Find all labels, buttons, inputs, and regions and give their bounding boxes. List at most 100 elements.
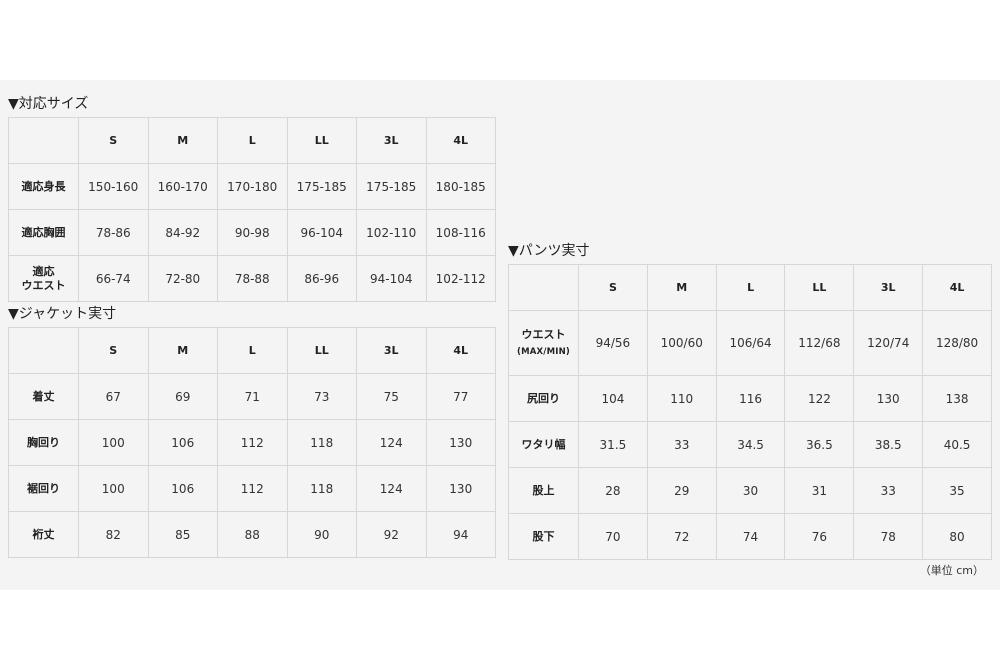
header-cell: LL — [286, 117, 357, 164]
header-cell: L — [217, 327, 288, 374]
row-label: ワタリ幅 — [508, 421, 579, 468]
table-cell: 170-180 — [217, 163, 288, 210]
table-cell: 116 — [715, 375, 786, 422]
table-cell: 112 — [217, 419, 288, 466]
table-cell: 128/80 — [922, 310, 992, 376]
table-row: ワタリ幅 31.5 33 34.5 36.5 38.5 40.5 — [508, 421, 992, 468]
table-row: 裄丈 82 85 88 90 92 94 — [8, 511, 496, 558]
table-cell: 75 — [356, 373, 427, 420]
table-cell: 74 — [715, 513, 786, 560]
table-cell: 72-80 — [147, 255, 218, 302]
table-cell: 130 — [425, 419, 496, 466]
table-cell: 78 — [853, 513, 924, 560]
table-cell: 88 — [217, 511, 288, 558]
header-cell — [8, 327, 79, 374]
jacket-table-title: ▼ジャケット実寸 — [8, 306, 117, 322]
table-cell: 106/64 — [715, 310, 786, 376]
table-row: 尻回り 104 110 116 122 130 138 — [508, 375, 992, 422]
size-table: S M L LL 3L 4L 適応身長 150-160 160-170 170-… — [8, 117, 496, 302]
table-cell: 94-104 — [356, 255, 427, 302]
row-label: 適応胸囲 — [8, 209, 79, 256]
header-cell: L — [715, 264, 786, 311]
table-cell: 100/60 — [646, 310, 717, 376]
header-cell: 3L — [356, 117, 427, 164]
size-table-title: ▼対応サイズ — [8, 96, 89, 112]
header-cell: 4L — [425, 117, 496, 164]
table-cell: 175-185 — [356, 163, 427, 210]
table-row: 着丈 67 69 71 73 75 77 — [8, 373, 496, 420]
table-row: 適応胸囲 78-86 84-92 90-98 96-104 102-110 10… — [8, 209, 496, 256]
table-cell: 71 — [217, 373, 288, 420]
table-cell: 36.5 — [784, 421, 855, 468]
table-cell: 130 — [425, 465, 496, 512]
table-cell: 31 — [784, 467, 855, 514]
table-cell: 29 — [646, 467, 717, 514]
table-cell: 86-96 — [286, 255, 357, 302]
header-cell: S — [78, 117, 149, 164]
row-label: 裄丈 — [8, 511, 79, 558]
table-cell: 106 — [147, 465, 218, 512]
table-cell: 108-116 — [425, 209, 496, 256]
table-cell: 72 — [646, 513, 717, 560]
table-cell: 112/68 — [784, 310, 855, 376]
table-cell: 94/56 — [578, 310, 648, 376]
table-cell: 84-92 — [147, 209, 218, 256]
header-cell: 4L — [922, 264, 992, 311]
table-cell: 40.5 — [922, 421, 992, 468]
table-cell: 92 — [356, 511, 427, 558]
table-cell: 175-185 — [286, 163, 357, 210]
table-cell: 33 — [853, 467, 924, 514]
table-cell: 124 — [356, 419, 427, 466]
table-cell: 76 — [784, 513, 855, 560]
table-cell: 70 — [578, 513, 648, 560]
jacket-table: S M L LL 3L 4L 着丈 67 69 71 73 75 77 胸回り … — [8, 327, 496, 558]
header-cell: 4L — [425, 327, 496, 374]
table-cell: 104 — [578, 375, 648, 422]
table-cell: 100 — [78, 419, 149, 466]
row-label: 股上 — [508, 467, 579, 514]
table-row: 胸回り 100 106 112 118 124 130 — [8, 419, 496, 466]
table-cell: 118 — [286, 465, 357, 512]
table-cell: 73 — [286, 373, 357, 420]
header-cell: L — [217, 117, 288, 164]
table-cell: 80 — [922, 513, 992, 560]
table-cell: 28 — [578, 467, 648, 514]
table-cell: 160-170 — [147, 163, 218, 210]
table-cell: 112 — [217, 465, 288, 512]
header-cell — [508, 264, 579, 311]
table-cell: 38.5 — [853, 421, 924, 468]
table-cell: 78-88 — [217, 255, 288, 302]
table-cell: 100 — [78, 465, 149, 512]
header-cell: M — [147, 117, 218, 164]
table-cell: 90-98 — [217, 209, 288, 256]
row-label-text: ウエスト — [521, 327, 566, 341]
pants-table-header-row: S M L LL 3L 4L — [508, 264, 992, 311]
row-label: 着丈 — [8, 373, 79, 420]
table-cell: 77 — [425, 373, 496, 420]
table-cell: 90 — [286, 511, 357, 558]
header-cell: M — [646, 264, 717, 311]
table-cell: 150-160 — [78, 163, 149, 210]
jacket-table-header-row: S M L LL 3L 4L — [8, 327, 496, 374]
pants-table: S M L LL 3L 4L ウエスト (MAX/MIN) 94/56 100/… — [508, 264, 992, 560]
table-row: 適応身長 150-160 160-170 170-180 175-185 175… — [8, 163, 496, 210]
table-cell: 33 — [646, 421, 717, 468]
table-cell: 110 — [646, 375, 717, 422]
table-cell: 66-74 — [78, 255, 149, 302]
table-cell: 124 — [356, 465, 427, 512]
header-cell: S — [578, 264, 648, 311]
row-label-subtext: (MAX/MIN) — [517, 346, 570, 357]
table-cell: 34.5 — [715, 421, 786, 468]
header-cell — [8, 117, 79, 164]
unit-note: （単位 cm） — [919, 564, 984, 577]
row-label: 裾回り — [8, 465, 79, 512]
table-row: ウエスト (MAX/MIN) 94/56 100/60 106/64 112/6… — [508, 310, 992, 376]
table-cell: 82 — [78, 511, 149, 558]
table-cell: 31.5 — [578, 421, 648, 468]
table-cell: 69 — [147, 373, 218, 420]
table-cell: 180-185 — [425, 163, 496, 210]
table-row: 適応 ウエスト 66-74 72-80 78-88 86-96 94-104 1… — [8, 255, 496, 302]
row-label: ウエスト (MAX/MIN) — [508, 310, 579, 376]
table-cell: 130 — [853, 375, 924, 422]
table-cell: 96-104 — [286, 209, 357, 256]
